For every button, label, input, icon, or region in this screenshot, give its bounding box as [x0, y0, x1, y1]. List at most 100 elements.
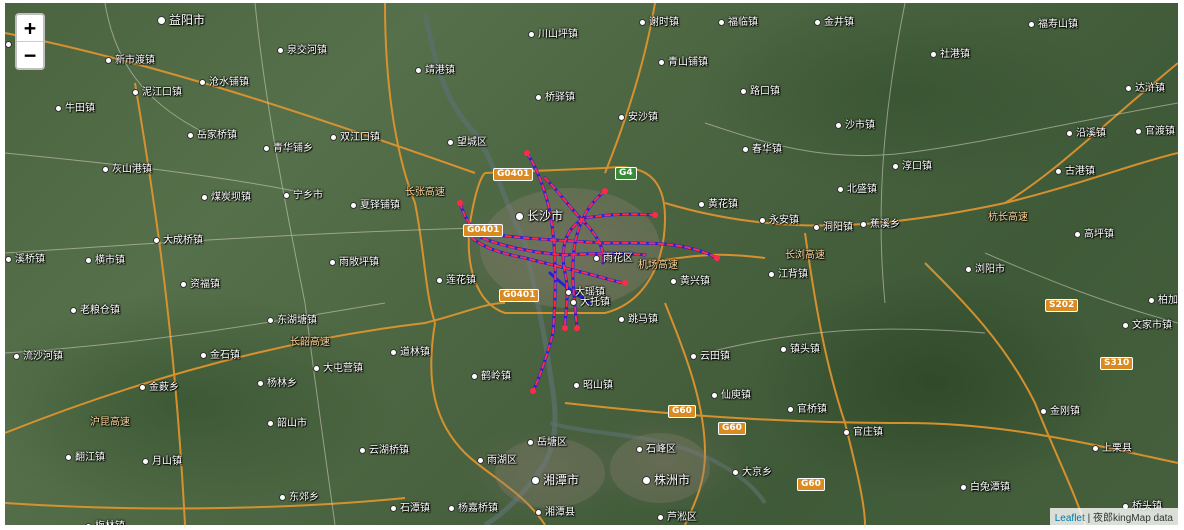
place-marker-icon: [535, 508, 542, 516]
place-marker-icon: [1074, 230, 1081, 238]
road-shield: G60: [797, 478, 825, 491]
place-marker-icon: [313, 364, 320, 372]
place-marker-icon: [657, 513, 664, 521]
place-marker-icon: [1092, 444, 1099, 452]
road-name: 杭长高速: [988, 212, 1028, 223]
place-label: 双江口镇: [330, 128, 380, 143]
place-marker-icon: [759, 216, 766, 224]
place-label: 煤炭坝镇: [201, 188, 251, 203]
place-marker-icon: [618, 113, 625, 121]
place-label: 横市镇: [85, 251, 125, 266]
place-marker-icon: [636, 445, 643, 453]
place-name: 横市镇: [95, 255, 125, 266]
place-name: 新市渡镇: [115, 55, 155, 66]
place-name: 大托镇: [580, 297, 610, 308]
place-label: 新市渡镇: [105, 51, 155, 66]
place-label: 雨花区: [593, 249, 633, 264]
place-name: 夏铎铺镇: [360, 200, 400, 211]
place-name: 福寿山镇: [1038, 19, 1078, 30]
place-name: 桥驿镇: [545, 92, 575, 103]
leaflet-link[interactable]: Leaflet: [1055, 513, 1085, 524]
place-marker-icon: [201, 193, 208, 201]
place-label: 官渡镇: [1135, 122, 1175, 137]
place-marker-icon: [330, 133, 337, 141]
place-label: 金薮乡: [139, 378, 179, 393]
place-label: 月山镇: [142, 452, 182, 467]
place-name: 流沙河镇: [23, 351, 63, 362]
place-marker-icon: [780, 345, 787, 353]
place-name: 道林镇: [400, 347, 430, 358]
place-label: 沧水铺镇: [199, 73, 249, 88]
road-name: 长韶高速: [290, 337, 330, 348]
place-label: 仙庾镇: [711, 386, 751, 401]
road-name: 长浏高速: [785, 250, 825, 261]
place-name: 淳口镇: [902, 161, 932, 172]
attribution: Leaflet | 夜郎kingMap data: [1049, 508, 1178, 525]
place-marker-icon: [448, 504, 455, 512]
place-marker-icon: [1066, 129, 1073, 137]
place-label: 春华镇: [742, 140, 782, 155]
place-label: 柏加镇: [1148, 291, 1178, 306]
road-name: 机场高速: [638, 260, 678, 271]
place-name: 跳马镇: [628, 314, 658, 325]
place-marker-icon: [787, 405, 794, 413]
place-name: 路口镇: [750, 86, 780, 97]
place-marker-icon: [1148, 296, 1155, 304]
place-name: 浏阳市: [975, 264, 1005, 275]
place-name: 官庄镇: [853, 427, 883, 438]
place-marker-icon: [279, 493, 286, 501]
place-name: 靖港镇: [425, 65, 455, 76]
place-marker-icon: [200, 351, 207, 359]
place-label: 泥江口镇: [132, 83, 182, 98]
place-name: 梅林镇: [95, 521, 125, 525]
place-marker-icon: [436, 276, 443, 284]
place-marker-icon: [1135, 127, 1142, 135]
zoom-in-button[interactable]: +: [17, 15, 43, 42]
place-marker-icon: [142, 457, 149, 465]
map-canvas[interactable]: + − 益阳市江县新市渡镇泉交河镇靖港镇川山坪镇谢时镇福临镇金井镇福寿山镇泥江口…: [5, 3, 1178, 525]
place-marker-icon: [359, 446, 366, 454]
place-marker-icon: [283, 191, 290, 199]
place-label: 福寿山镇: [1028, 15, 1078, 30]
place-label: 桥驿镇: [535, 88, 575, 103]
place-marker-icon: [814, 18, 821, 26]
place-marker-icon: [698, 200, 705, 208]
place-marker-icon: [70, 306, 77, 314]
place-label: 岳家桥镇: [187, 126, 237, 141]
place-name: 官渡镇: [1145, 126, 1175, 137]
road-shield: G4: [615, 167, 637, 180]
place-label: 蕉溪乡: [860, 215, 900, 230]
place-marker-icon: [740, 87, 747, 95]
place-name: 泉交河镇: [287, 45, 327, 56]
zoom-control: + −: [15, 13, 45, 70]
place-name: 雨湖区: [487, 455, 517, 466]
place-label: 宁乡市: [283, 186, 323, 201]
place-label: 泉交河镇: [277, 41, 327, 56]
place-marker-icon: [5, 255, 12, 263]
place-name: 岳家桥镇: [197, 130, 237, 141]
place-label: 杨林乡: [257, 374, 297, 389]
place-marker-icon: [471, 372, 478, 380]
place-name: 大屯营镇: [323, 363, 363, 374]
place-label: 韶山市: [267, 414, 307, 429]
place-label: 达浒镇: [1125, 79, 1165, 94]
place-marker-icon: [390, 348, 397, 356]
place-name: 官桥镇: [797, 404, 827, 415]
place-marker-icon: [768, 270, 775, 278]
place-name: 黄花镇: [708, 199, 738, 210]
place-marker-icon: [139, 383, 146, 391]
place-label: 流沙河镇: [13, 347, 63, 362]
place-name: 杨林乡: [267, 378, 297, 389]
place-marker-icon: [711, 391, 718, 399]
place-label: 福临镇: [718, 13, 758, 28]
place-name: 蕉溪乡: [870, 219, 900, 230]
attribution-separator: |: [1087, 513, 1091, 524]
zoom-out-button[interactable]: −: [17, 42, 43, 68]
road-shield: S310: [1100, 357, 1134, 370]
place-label: 金石镇: [200, 346, 240, 361]
place-name: 安沙镇: [628, 112, 658, 123]
place-label: 望城区: [447, 133, 487, 148]
place-name: 岳塘区: [537, 437, 567, 448]
place-label: 东湖塘镇: [267, 311, 317, 326]
place-name: 春华镇: [752, 144, 782, 155]
